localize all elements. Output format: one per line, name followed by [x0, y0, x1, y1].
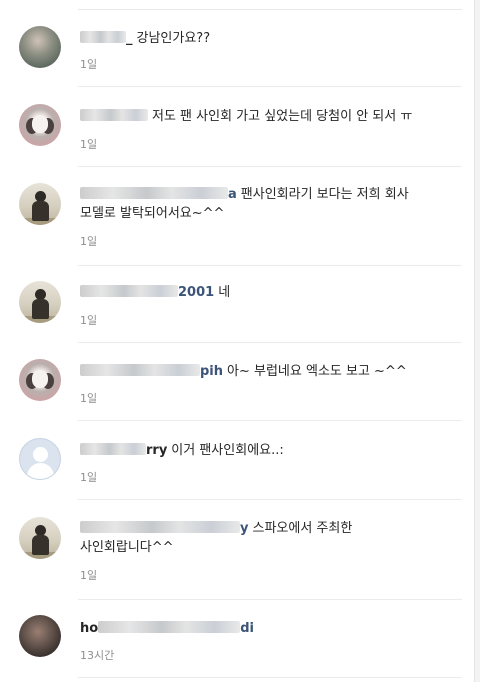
divider	[78, 599, 462, 600]
comment-text: 스파오에서 주최한	[252, 521, 353, 536]
default-avatar-icon[interactable]	[19, 438, 61, 480]
username[interactable]: 2001	[178, 285, 214, 300]
comment-time[interactable]: 1일	[80, 136, 97, 152]
divider	[78, 342, 462, 343]
avatar[interactable]	[19, 26, 61, 68]
divider	[78, 166, 462, 167]
comment-text-line2: 사인회랍니다^^	[80, 540, 174, 555]
comment-time[interactable]: 13시간	[80, 647, 114, 663]
username[interactable]: y	[240, 521, 248, 536]
scrollbar-track[interactable]	[474, 0, 480, 682]
comment-body: y 스파오에서 주최한 사인회랍니다^^	[80, 519, 442, 557]
comment-text: 네	[218, 285, 231, 300]
avatar[interactable]	[19, 615, 61, 657]
comment-text: 이거 팬사인회에요..:	[171, 443, 284, 458]
avatar[interactable]	[19, 359, 61, 401]
username-redacted[interactable]	[80, 521, 240, 533]
comment-body: a 팬사인회라기 보다는 저희 회사 모델로 발탁되어서요~^^	[80, 185, 442, 223]
username[interactable]: di	[240, 621, 254, 636]
comment-body: rry 이거 팬사인회에요..:	[80, 441, 442, 460]
avatar[interactable]	[19, 183, 61, 225]
comment-time[interactable]: 1일	[80, 233, 97, 249]
comment-text-line2: 모델로 발탁되어서요~^^	[80, 206, 225, 221]
top-divider	[78, 9, 462, 10]
username-redacted[interactable]	[80, 187, 228, 199]
comment-text: 저도 팬 사인회 가고 싶었는데 당첨이 안 되서 ㅠ	[152, 109, 413, 124]
comment-body: pih 아~ 부럽네요 엑소도 보고 ~^^	[80, 362, 442, 381]
avatar[interactable]	[19, 281, 61, 323]
username-redacted[interactable]	[80, 109, 148, 121]
comment-body: 저도 팬 사인회 가고 싶었는데 당첨이 안 되서 ㅠ	[80, 107, 442, 126]
comment-body: ho di	[80, 619, 442, 638]
username-redacted[interactable]	[80, 364, 200, 376]
comment-body: _ 강남인가요??	[80, 29, 442, 48]
username-redacted[interactable]	[80, 443, 146, 455]
comment-time[interactable]: 1일	[80, 312, 97, 328]
avatar[interactable]	[19, 104, 61, 146]
username-redacted[interactable]	[80, 285, 178, 297]
comment-body: 2001 네	[80, 283, 442, 302]
username[interactable]: a	[228, 187, 237, 202]
divider	[78, 86, 462, 87]
comment-time[interactable]: 1일	[80, 469, 97, 485]
comment-time[interactable]: 1일	[80, 567, 97, 583]
divider	[78, 499, 462, 500]
divider	[78, 420, 462, 421]
username-redacted[interactable]	[98, 621, 241, 633]
username-redacted[interactable]	[80, 31, 126, 43]
avatar[interactable]	[19, 517, 61, 559]
divider	[78, 677, 462, 678]
comment-text: 팬사인회라기 보다는 저희 회사	[240, 187, 409, 202]
comment-text: 강남인가요??	[136, 31, 211, 46]
comment-time[interactable]: 1일	[80, 56, 97, 72]
comment-time[interactable]: 1일	[80, 390, 97, 406]
comment-text: 아~ 부럽네요 엑소도 보고 ~^^	[227, 364, 407, 379]
username-prefix[interactable]: ho	[80, 621, 98, 636]
divider	[78, 265, 462, 266]
username[interactable]: _	[126, 31, 133, 46]
username[interactable]: pih	[200, 364, 223, 379]
username[interactable]: rry	[146, 443, 167, 458]
